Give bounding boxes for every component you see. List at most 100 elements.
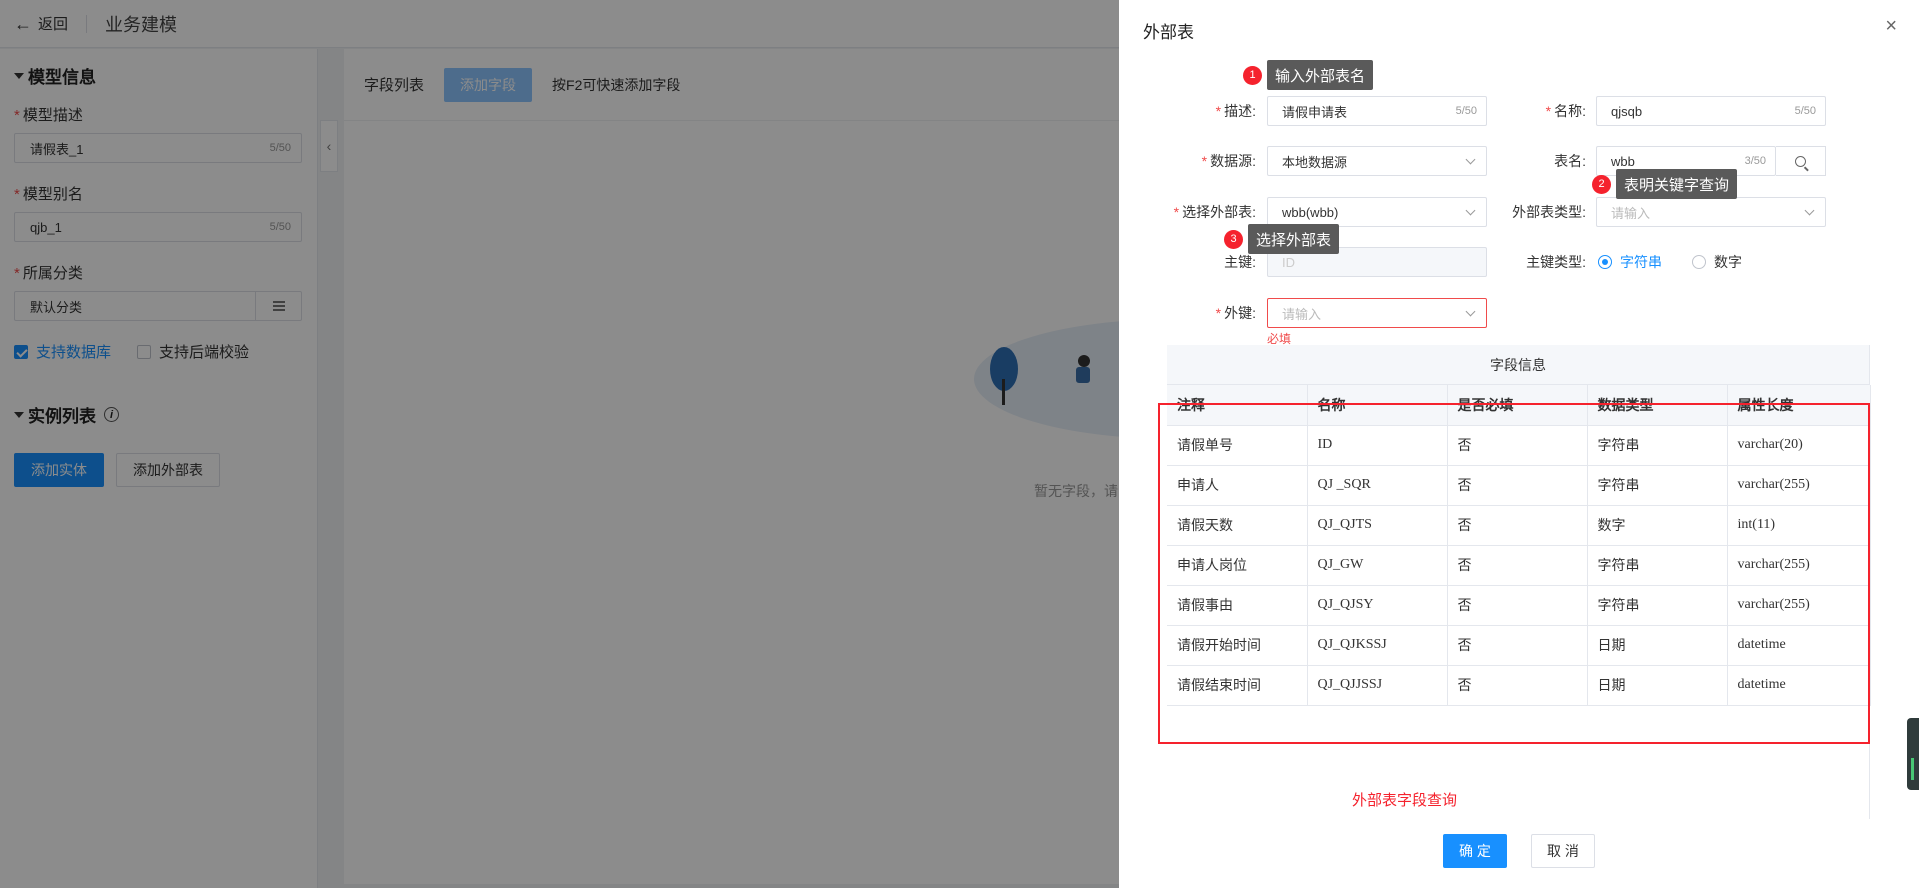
table-cell: 否 — [1447, 425, 1588, 466]
name-label: * 名称: — [1545, 103, 1586, 119]
table-cell: datetime — [1727, 625, 1871, 666]
tooltip-text: 输入外部表名 — [1267, 60, 1374, 90]
close-icon[interactable]: × — [1885, 16, 1897, 36]
table-cell: QJ_QJSY — [1307, 585, 1448, 626]
fk-placeholder: 请输入 — [1282, 306, 1322, 322]
pk-type-radio-number[interactable]: 数字 — [1692, 252, 1742, 272]
tooltip-text: 表明关键字查询 — [1616, 169, 1738, 199]
table-cell: 数字 — [1587, 505, 1728, 546]
tooltip-text: 选择外部表 — [1248, 224, 1340, 254]
drawer-footer: 确 定 取 消 — [1443, 834, 1595, 868]
char-count: 5/50 — [1794, 105, 1816, 117]
table-cell: 否 — [1447, 665, 1588, 706]
search-icon — [1795, 155, 1806, 167]
name-value: qjsqb — [1611, 103, 1643, 119]
table-cell: 日期 — [1587, 665, 1728, 706]
pk-label: 主键: — [1224, 254, 1256, 270]
char-count: 3/50 — [1744, 155, 1766, 167]
table-row: 请假开始时间 QJ_QJKSSJ 否 日期 datetime — [1167, 625, 1871, 666]
pk-value: ID — [1282, 254, 1295, 270]
table-cell: 请假事由 — [1167, 585, 1308, 626]
table-cell: 字符串 — [1587, 425, 1728, 466]
fk-label: * 外键: — [1215, 305, 1256, 321]
table-cell: QJ _SQR — [1307, 465, 1448, 506]
fk-select[interactable]: 请输入 — [1267, 298, 1487, 328]
table-cell: 日期 — [1587, 625, 1728, 666]
table-name-label: 表名: — [1554, 153, 1586, 169]
field-info-table: 字段信息 注释 名称 是否必填 数据类型 属性长度 请假单号 ID 否 字符串 … — [1167, 345, 1871, 819]
column-header: 注释 — [1167, 385, 1308, 426]
table-cell: QJ_QJKSSJ — [1307, 625, 1448, 666]
table-cell: 否 — [1447, 545, 1588, 586]
select-ext-table-select[interactable]: wbb(wbb) — [1267, 197, 1487, 227]
pk-type-radio-string[interactable]: 字符串 — [1598, 252, 1662, 272]
radio-checked-icon — [1598, 255, 1612, 269]
table-row: 请假天数 QJ_QJTS 否 数字 int(11) — [1167, 505, 1871, 546]
step-badge: 1 — [1243, 65, 1262, 85]
table-cell: 请假开始时间 — [1167, 625, 1308, 666]
table-caption: 字段信息 — [1167, 345, 1869, 385]
table-cell: 请假单号 — [1167, 425, 1308, 466]
column-header: 是否必填 — [1447, 385, 1588, 426]
chevron-down-icon — [1804, 205, 1815, 216]
table-cell: ID — [1307, 425, 1448, 466]
annotation-text: 外部表字段查询 — [1352, 792, 1458, 809]
table-cell: 否 — [1447, 465, 1588, 506]
column-header: 名称 — [1307, 385, 1448, 426]
datasource-label: * 数据源: — [1201, 153, 1256, 169]
table-cell: varchar(255) — [1727, 545, 1871, 586]
chevron-down-icon — [1465, 306, 1476, 317]
table-cell: 请假结束时间 — [1167, 665, 1308, 706]
table-cell: varchar(20) — [1727, 425, 1871, 466]
table-cell: int(11) — [1727, 505, 1871, 546]
select-ext-table-value: wbb(wbb) — [1282, 204, 1339, 220]
datasource-value: 本地数据源 — [1282, 154, 1348, 170]
desc-input[interactable]: 请假申请表 5/50 — [1267, 96, 1487, 126]
table-cell: QJ_QJTS — [1307, 505, 1448, 546]
cancel-button[interactable]: 取 消 — [1531, 834, 1595, 868]
table-cell: 否 — [1447, 625, 1588, 666]
drawer-title: 外部表 — [1143, 23, 1194, 42]
tooltip-step-1: 1 输入外部表名 — [1243, 60, 1374, 90]
table-cell: varchar(255) — [1727, 585, 1871, 626]
table-search-button[interactable] — [1776, 146, 1826, 176]
pk-type-label: 主键类型: — [1526, 254, 1586, 270]
char-count: 5/50 — [1455, 105, 1477, 117]
table-name-value: wbb — [1611, 153, 1635, 169]
table-cell: QJ_QJJSSJ — [1307, 665, 1448, 706]
chevron-down-icon — [1465, 205, 1476, 216]
table-cell: 否 — [1447, 585, 1588, 626]
table-cell: 字符串 — [1587, 465, 1728, 506]
table-cell: 字符串 — [1587, 545, 1728, 586]
name-input[interactable]: qjsqb 5/50 — [1596, 96, 1826, 126]
step-badge: 3 — [1224, 229, 1243, 249]
floating-widget[interactable] — [1907, 718, 1919, 790]
table-cell: 申请人岗位 — [1167, 545, 1308, 586]
desc-value: 请假申请表 — [1282, 104, 1348, 120]
radio-label: 数字 — [1714, 254, 1742, 270]
confirm-button[interactable]: 确 定 — [1443, 834, 1507, 868]
step-badge: 2 — [1592, 174, 1611, 194]
table-row: 申请人岗位 QJ_GW 否 字符串 varchar(255) — [1167, 545, 1871, 586]
ext-type-select[interactable]: 请输入 — [1596, 197, 1826, 227]
tooltip-step-3: 3 选择外部表 — [1224, 224, 1340, 254]
table-cell: datetime — [1727, 665, 1871, 706]
table-cell: 申请人 — [1167, 465, 1308, 506]
select-ext-table-label: * 选择外部表: — [1173, 204, 1256, 220]
table-header-row: 注释 名称 是否必填 数据类型 属性长度 — [1167, 385, 1871, 426]
table-cell: varchar(255) — [1727, 465, 1871, 506]
desc-label: * 描述: — [1215, 103, 1256, 119]
table-cell: 字符串 — [1587, 585, 1728, 626]
radio-icon — [1692, 255, 1706, 269]
table-cell: QJ_GW — [1307, 545, 1448, 586]
table-row: 请假结束时间 QJ_QJJSSJ 否 日期 datetime — [1167, 665, 1871, 706]
chevron-down-icon — [1465, 154, 1476, 165]
table-cell: 否 — [1447, 505, 1588, 546]
table-row: 请假事由 QJ_QJSY 否 字符串 varchar(255) — [1167, 585, 1871, 626]
ext-type-placeholder: 请输入 — [1611, 205, 1651, 221]
column-header: 数据类型 — [1587, 385, 1728, 426]
table-cell: 请假天数 — [1167, 505, 1308, 546]
datasource-select[interactable]: 本地数据源 — [1267, 146, 1487, 176]
column-header: 属性长度 — [1727, 385, 1871, 426]
radio-label: 字符串 — [1620, 254, 1662, 270]
